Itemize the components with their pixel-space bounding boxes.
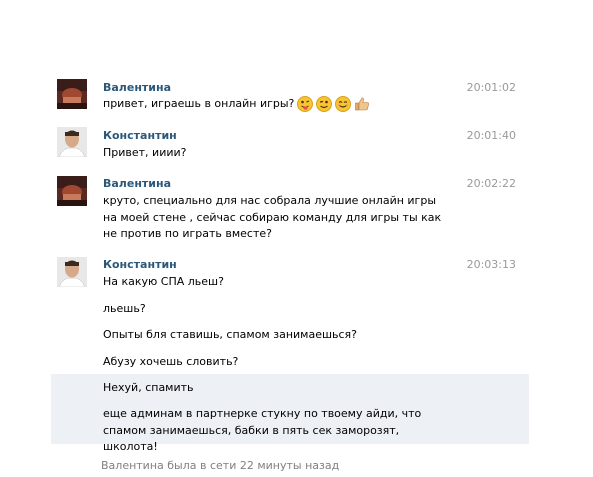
avatar-konstantin[interactable]	[57, 127, 87, 157]
avatar-konstantin[interactable]	[57, 257, 87, 287]
message-author[interactable]: Валентина	[103, 177, 171, 190]
wink-emoji-icon	[316, 96, 333, 112]
message-author[interactable]: Валентина	[103, 81, 171, 94]
message-author[interactable]: Константин	[103, 129, 177, 142]
message-time: 20:03:13	[466, 258, 516, 271]
online-status: Валентина была в сети 22 минуты назад	[101, 459, 340, 472]
message-author[interactable]: Константин	[103, 258, 177, 271]
message-time: 20:01:02	[466, 81, 516, 94]
message-text: круто, специально для нас собрала лучшие…	[103, 194, 442, 240]
message-text: привет, играешь в онлайн игры?	[103, 96, 443, 113]
message-text: Абузу хочешь словить?	[103, 355, 239, 368]
avatar-valentina[interactable]	[57, 176, 87, 206]
message-text: Опыты бля ставишь, спамом занимаешься?	[103, 328, 358, 341]
message-time: 20:02:22	[466, 177, 516, 190]
thumbs-up-icon	[354, 96, 370, 112]
message-time: 20:01:40	[466, 129, 516, 142]
smile-emoji-icon	[335, 96, 352, 112]
tongue-wink-emoji-icon	[297, 96, 314, 112]
message-text: Нехуй, спамить	[103, 381, 194, 394]
chat-log: Валентина 20:01:02 привет, играешь в онл…	[0, 0, 593, 477]
message-text: Привет, ииии?	[103, 146, 187, 159]
emoji-row	[297, 96, 370, 112]
avatar-valentina[interactable]	[57, 79, 87, 109]
message-line: привет, играешь в онлайн игры?	[103, 97, 295, 110]
message-text: льешь?	[103, 302, 146, 315]
message-text: еще админам в партнерке стукну по твоему…	[103, 407, 422, 453]
message-text: На какую СПА льеш?	[103, 275, 224, 288]
